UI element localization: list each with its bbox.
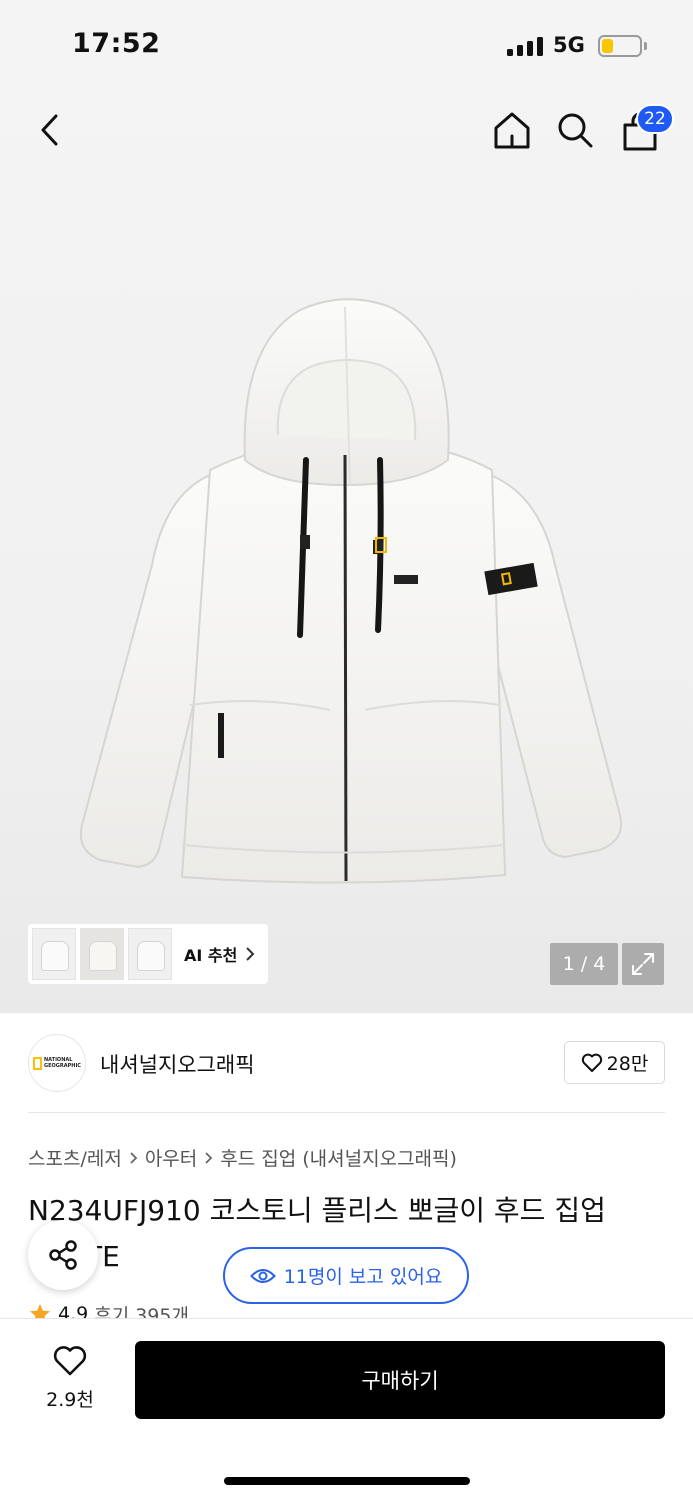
share-icon: [49, 1240, 77, 1270]
share-button[interactable]: [28, 1220, 98, 1290]
status-time: 17:52: [72, 28, 161, 59]
chevron-right-icon: [204, 1151, 213, 1165]
chevron-right-icon: [245, 946, 255, 962]
breadcrumb-item[interactable]: 아우터: [145, 1144, 197, 1171]
breadcrumb-item[interactable]: 후드 집업 (내셔널지오그래픽): [220, 1144, 457, 1171]
recommend-thumb-3[interactable]: [128, 928, 172, 980]
home-icon: [494, 112, 530, 149]
product-image[interactable]: [60, 285, 640, 905]
brand-like-button[interactable]: 28만: [564, 1041, 665, 1084]
brand-name[interactable]: 내셔널지오그래픽: [100, 1049, 255, 1079]
ai-recommend-label: AI 추천: [184, 946, 238, 965]
viewers-text: 11명이 보고 있어요: [283, 1266, 443, 1288]
cart-count-badge: 22: [636, 104, 674, 134]
recommend-thumb-1[interactable]: [32, 928, 76, 980]
ai-recommend-button[interactable]: AI 추천: [28, 924, 268, 984]
battery-tip: [644, 42, 647, 50]
heart-icon: [53, 1346, 87, 1376]
battery-icon: [598, 35, 642, 57]
expand-icon: [632, 953, 654, 975]
search-button[interactable]: [551, 106, 599, 154]
image-counter: 1 / 4: [550, 943, 618, 985]
network-label: 5G: [553, 33, 585, 57]
home-button[interactable]: [488, 106, 536, 154]
recommend-thumb-2[interactable]: [80, 928, 124, 980]
divider: [28, 1112, 665, 1113]
eye-icon: [249, 1268, 276, 1283]
status-bar: 17:52 5G: [0, 0, 693, 90]
chevron-right-icon: [129, 1151, 138, 1165]
breadcrumb: 스포츠/레저 아우터 후드 집업 (내셔널지오그래픽): [28, 1144, 457, 1171]
heart-icon: [581, 1053, 602, 1072]
signal-icon: [507, 36, 543, 56]
brand-logo[interactable]: NATIONAL GEOGRAPHIC: [28, 1034, 86, 1092]
brand-like-count: 28만: [606, 1053, 649, 1075]
wishlist-count: 2.9천: [46, 1389, 94, 1411]
back-button[interactable]: [26, 106, 74, 154]
buy-button[interactable]: 구매하기: [135, 1341, 665, 1419]
home-indicator: [224, 1477, 470, 1485]
brand-row[interactable]: NATIONAL GEOGRAPHIC 내셔널지오그래픽 28만: [28, 1034, 665, 1092]
wishlist-button[interactable]: 2.9천: [32, 1345, 108, 1412]
expand-button[interactable]: [622, 943, 664, 985]
chevron-left-icon: [41, 114, 58, 146]
viewers-badge: 11명이 보고 있어요: [223, 1247, 469, 1304]
breadcrumb-item[interactable]: 스포츠/레저: [28, 1144, 122, 1171]
search-icon: [558, 113, 593, 148]
bottom-action-bar: 2.9천 구매하기: [0, 1318, 693, 1500]
product-gallery[interactable]: 17:52 5G 22 AI 추천 1 / 4: [0, 0, 693, 1013]
